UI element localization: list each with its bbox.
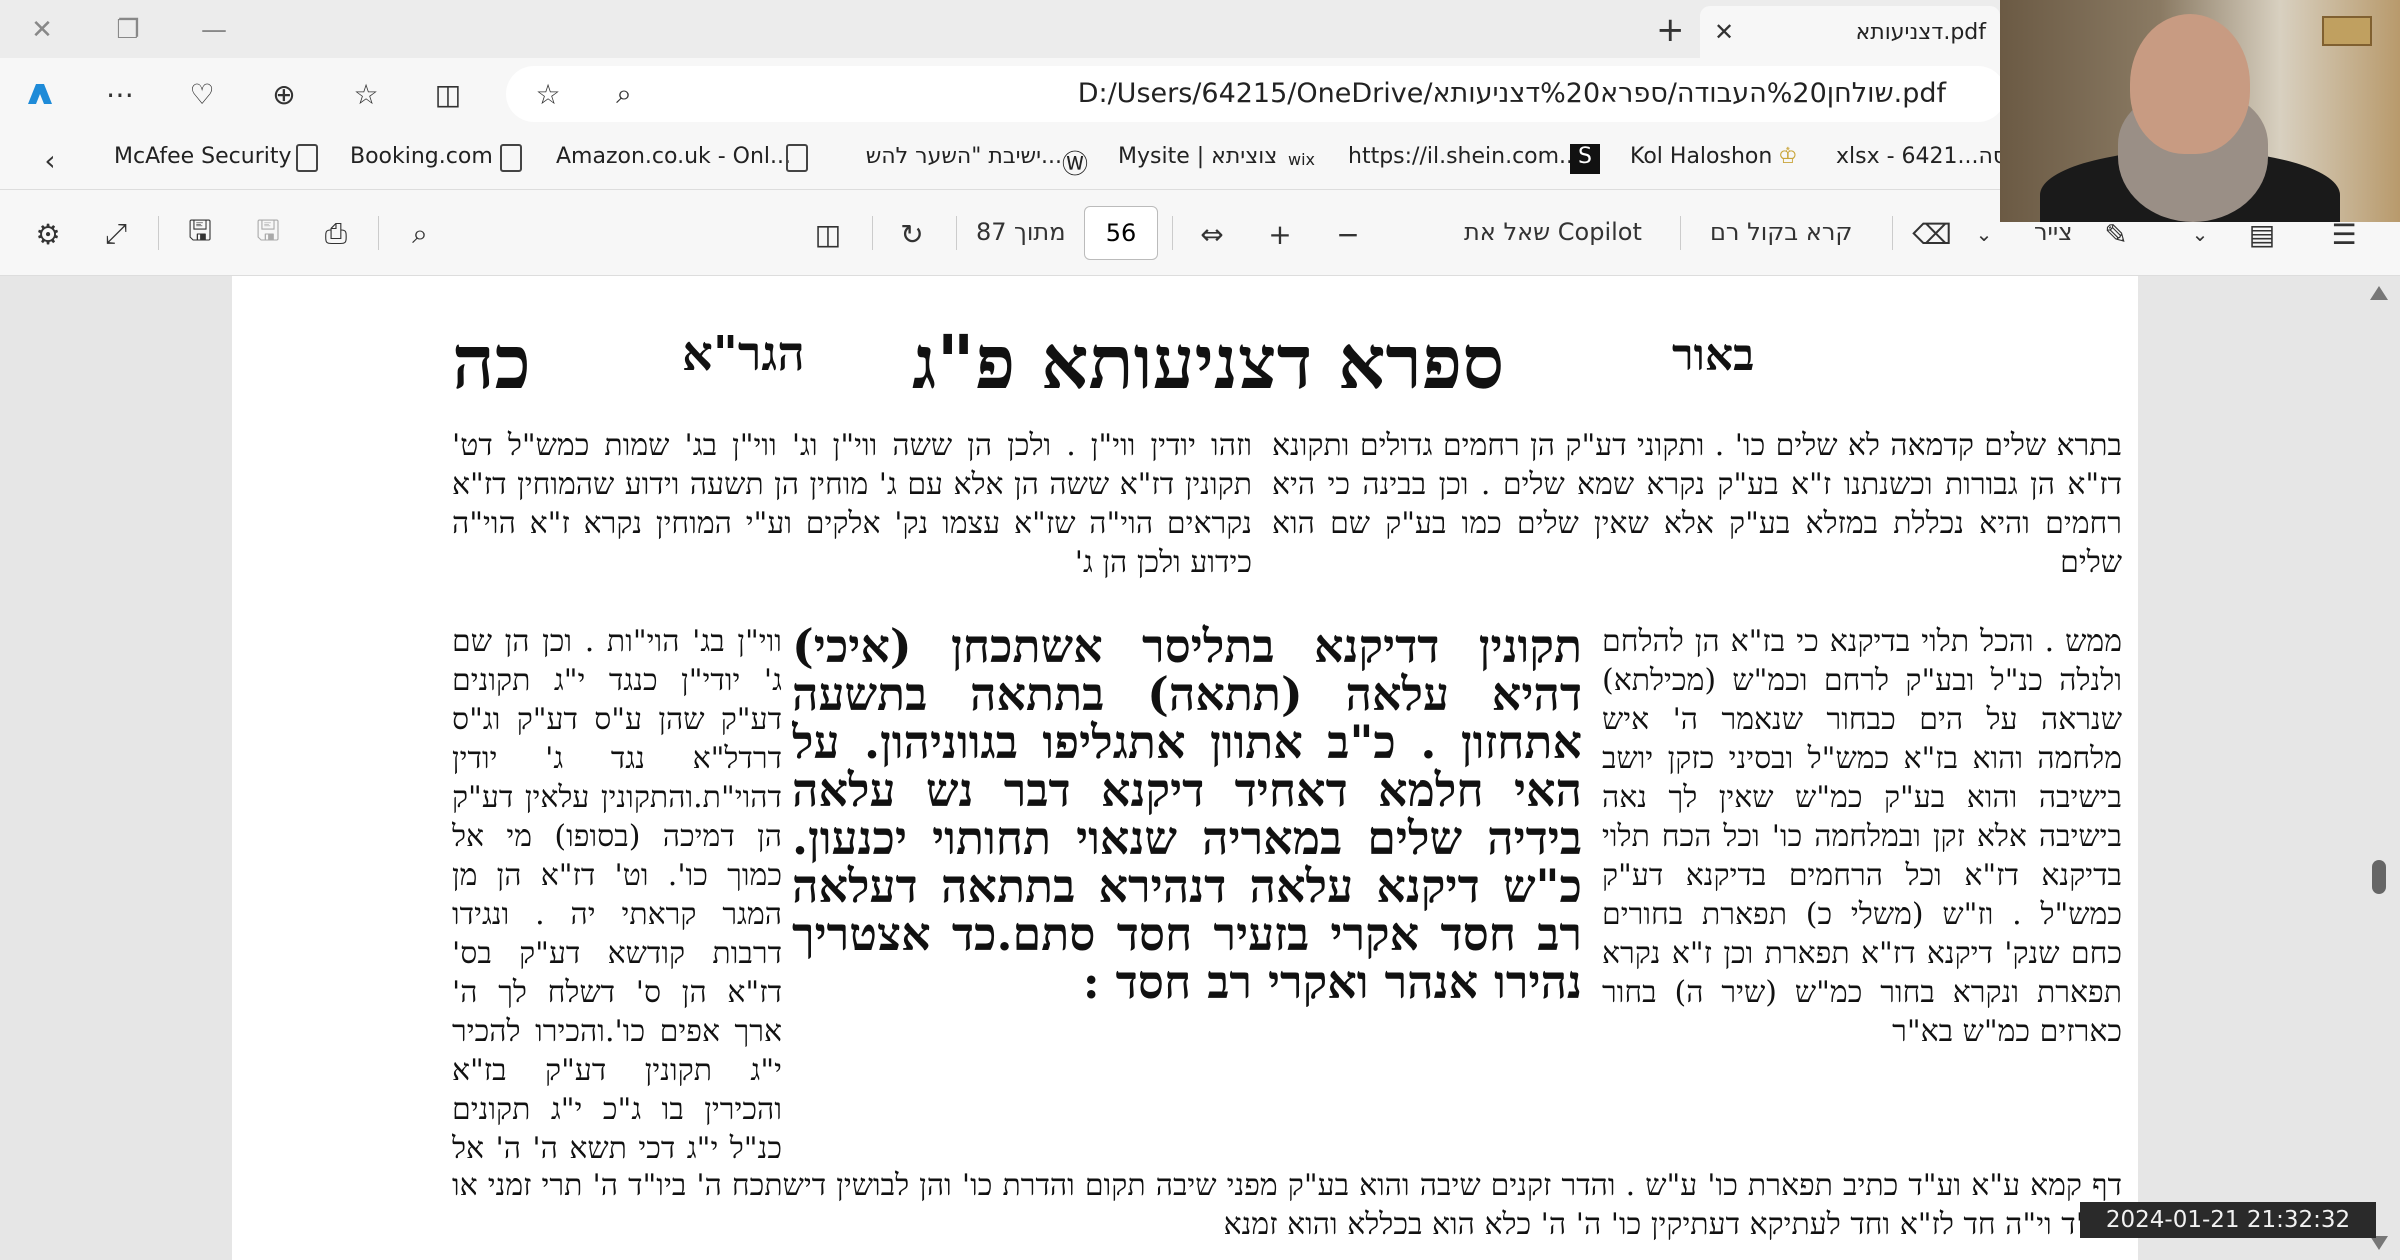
main-text: תקונין דדיקנא בתליסר אשתכחן (איכי) דהיא … xyxy=(792,622,1582,1009)
more-options-icon[interactable]: ⋯ xyxy=(98,72,142,116)
bookmark-amazon[interactable]: Amazon.co.uk - Onl... xyxy=(556,144,791,169)
zoom-icon[interactable]: ⌕ xyxy=(602,72,646,116)
save-icon[interactable]: 🖫 xyxy=(246,212,290,256)
print-icon[interactable]: ⎙ xyxy=(314,212,358,256)
draw-button[interactable]: צייר xyxy=(2034,218,2073,246)
eraser-icon[interactable]: ⌫ xyxy=(1910,212,1954,256)
url-text: D:/Users/64215/OneDrive/שולחן%20העבודה/ס… xyxy=(1077,78,1946,109)
page-total: 87 xyxy=(976,218,1007,246)
collections-icon[interactable]: ⊕ xyxy=(262,72,306,116)
settings-gear-icon[interactable]: ⚙ xyxy=(26,212,70,256)
kol-haloshon-icon: ♔ xyxy=(1778,144,1798,169)
read-aloud-button[interactable]: קרא בקול רם xyxy=(1710,218,1852,246)
split-screen-icon[interactable]: ◫ xyxy=(426,72,470,116)
tab-close-icon[interactable]: ✕ xyxy=(1714,18,1734,46)
page-of-label: מתוך xyxy=(1014,218,1066,246)
tab-pdf[interactable]: ✕ pdf.דצניעותא xyxy=(1700,6,2000,58)
restore-window-icon[interactable]: ❐ xyxy=(108,10,148,50)
pdf-viewer[interactable]: באור ספרא דצניעותא פ"ג הגר"א כה בתרא שלי… xyxy=(0,276,2400,1260)
new-tab-button[interactable]: + xyxy=(1656,10,1685,50)
timestamp-overlay: 2024-01-21 21:32:32 xyxy=(2080,1202,2376,1238)
scroll-thumb[interactable] xyxy=(2372,860,2386,894)
page-icon xyxy=(786,144,808,172)
wordpress-icon: Ⓦ xyxy=(1062,150,1089,180)
address-bar[interactable]: ☆ ⌕ D:/Users/64215/OneDrive/שולחן%20העבו… xyxy=(506,66,2006,122)
bookmark-shein[interactable]: https://il.shein.com... xyxy=(1348,144,1580,169)
text-top-right: בתרא שלים קדמאה לא שלים כו' . ותקוני דע"… xyxy=(1272,428,2122,580)
header-left: הגר"א xyxy=(682,326,805,382)
text-left-column: ווי"ן בג' הוי"ות . וכן הן שם ג' יודי"ן כ… xyxy=(452,624,782,1162)
scroll-down-icon[interactable] xyxy=(2370,1236,2388,1250)
text-right-column: ממש . והכל תלוי בדיקנא כי בז"א הן להלחם … xyxy=(1602,624,2122,1049)
bookmark-booking[interactable]: Booking.com xyxy=(350,144,493,169)
page-icon xyxy=(296,144,318,172)
speaker-face xyxy=(2130,14,2250,154)
favorite-star-icon[interactable]: ☆ xyxy=(526,72,570,116)
bookmark-mcafee[interactable]: McAfee Security xyxy=(114,144,292,169)
text-top-left: וזהו יודין ווי"ן . ולכן הן ששה ווי"ן וג'… xyxy=(452,428,1252,580)
page-letter: כה xyxy=(452,320,531,406)
fit-width-icon[interactable]: ⇔ xyxy=(1190,212,1234,256)
header-right: באור xyxy=(1672,330,1755,381)
bookmark-xlsx[interactable]: xlsx - 6421...פסה xyxy=(1836,144,2021,169)
zoom-in-icon[interactable]: + xyxy=(1258,212,1302,256)
pdf-page: באור ספרא דצניעותא פ"ג הגר"א כה בתרא שלי… xyxy=(232,276,2138,1260)
search-icon[interactable]: ⌕ xyxy=(398,212,442,256)
bookmark-kol-haloshon[interactable]: Kol Haloshon xyxy=(1630,144,1772,169)
scroll-up-icon[interactable] xyxy=(2370,286,2388,300)
wall-plaque xyxy=(2322,16,2372,46)
page-title: ספרא דצניעותא פ"ג xyxy=(912,320,1505,406)
favorites-icon[interactable]: ☆ xyxy=(344,72,388,116)
bookmark-yeshiva[interactable]: ...ישיבת "השער להש xyxy=(842,144,1062,169)
health-icon[interactable]: ♡ xyxy=(180,72,224,116)
tab-title: pdf.דצניעותא xyxy=(1855,19,1986,45)
shein-icon: S xyxy=(1570,144,1600,174)
minimize-window-icon[interactable]: — xyxy=(194,10,234,50)
text-bottom: דף קמא ע"א וע"ד כתיב תפארת כו' ע"ש . והד… xyxy=(452,1168,2122,1242)
page-number-input[interactable]: 56 xyxy=(1084,206,1158,260)
back-chevron-icon[interactable]: ‹ xyxy=(28,138,72,182)
zoom-out-icon[interactable]: − xyxy=(1326,212,1370,256)
vertical-scrollbar[interactable] xyxy=(2360,276,2400,1260)
close-window-icon[interactable]: ✕ xyxy=(22,10,62,50)
rotate-icon[interactable]: ↻ xyxy=(890,212,934,256)
bookmark-mysite[interactable]: Mysite | צוציתא xyxy=(1118,144,1277,169)
save-as-icon[interactable]: 🖫 xyxy=(178,212,222,256)
ask-copilot-button[interactable]: שאל את Copilot xyxy=(1464,218,1642,246)
wix-icon: wix xyxy=(1288,150,1315,169)
fullscreen-icon[interactable]: ⤢ xyxy=(94,212,138,256)
page-icon xyxy=(500,144,522,172)
page-view-icon[interactable]: ◫ xyxy=(806,212,850,256)
copilot-icon[interactable] xyxy=(18,72,62,116)
webcam-video xyxy=(2000,0,2400,222)
